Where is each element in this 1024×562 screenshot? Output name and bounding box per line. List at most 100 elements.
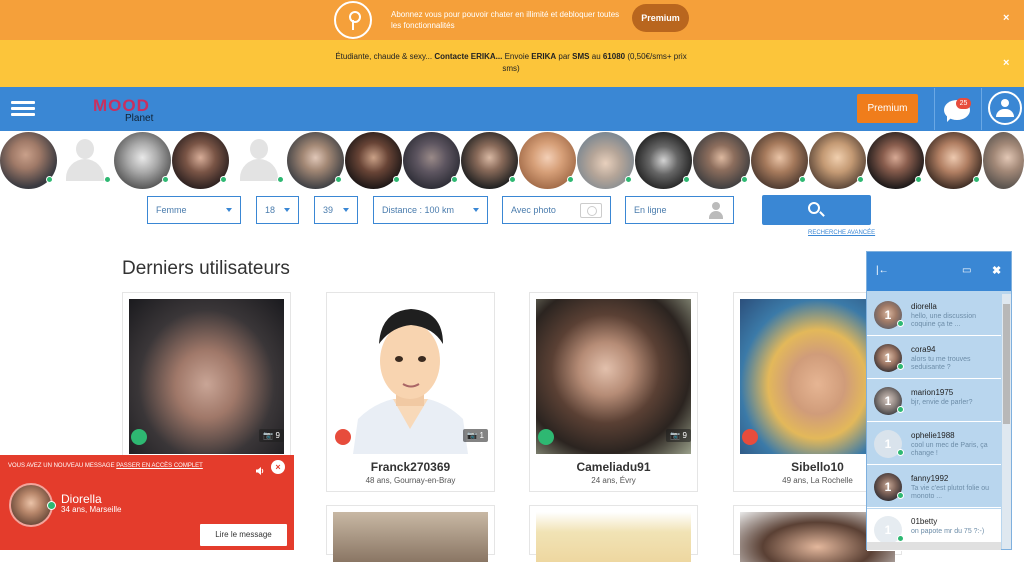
default-avatar-icon[interactable] [238,137,280,182]
chat-preview: alors tu me trouves seduisante ? [911,356,971,371]
online-dot [567,176,574,183]
search-button[interactable] [762,195,871,225]
online-dot [973,176,980,183]
chat-preview: Ta vie c'est plutot folie ou monoto ... [911,485,989,500]
chat-preview: cool un mec de Paris, ça change ! [911,442,988,457]
user-photo [536,512,691,562]
online-label: En ligne [634,205,667,215]
menu-list-icon[interactable] [11,101,35,117]
user-name[interactable]: Franck270369 [327,460,494,474]
advanced-search-link[interactable]: RECHERCHE AVANCÉE [808,230,875,236]
chevron-down-icon [284,208,290,212]
online-dot [451,176,458,183]
sms-word: SMS [572,52,590,61]
sms-close-icon[interactable]: × [1003,57,1009,69]
online-dot [104,176,111,183]
bell-icon [131,429,147,445]
logo[interactable]: MOOD Planet [93,96,173,128]
sender-meta: 34 ans, Marseille [61,505,122,514]
chat-item[interactable]: 1 ophelie1988 cool un mec de Paris, ça c… [867,423,1001,465]
chat-username: diorella [911,302,937,311]
user-card[interactable]: 📷 1 Franck270369 48 ans, Gournay-en-Bray [326,292,495,492]
speaker-icon[interactable] [255,463,265,475]
chat-close-icon[interactable]: ✖ [992,264,1001,277]
sms-text-3: par [556,52,573,61]
section-title: Derniers utilisateurs [122,258,290,279]
online-dot [897,535,904,542]
promo-premium-button[interactable]: Premium [632,4,689,32]
sms-keyword: ERIKA [531,52,557,61]
photo-count-value: 9 [275,431,280,440]
user-card[interactable] [326,505,495,562]
chat-item[interactable]: 1 diorella hello, une discussion coquine… [867,294,1001,336]
user-card[interactable] [529,505,698,562]
chat-panel: |← ▭ ✖ 1 diorella hello, une discussion … [866,251,1012,551]
notification-close-icon[interactable]: × [271,460,285,474]
online-users-strip [0,131,1024,191]
avatar[interactable] [983,132,1024,189]
distance-select[interactable]: Distance : 100 km [373,196,488,224]
chat-username: ophelie1988 [911,431,955,440]
read-message-button[interactable]: Lire le message [200,524,287,546]
scrollbar-thumb[interactable] [1003,304,1010,424]
chat-scrollbar[interactable] [1002,294,1011,549]
collapse-panel-icon[interactable]: |← [876,265,889,276]
online-dot [46,176,53,183]
user-photo [333,512,488,562]
gender-select[interactable]: Femme [147,196,241,224]
sms-number: 61080 [602,52,626,61]
promo-close-icon[interactable]: × [1003,12,1009,24]
sms-text-2: Envoie [502,52,532,61]
user-card[interactable]: 📷 9 Cameliadu91 24 ans, Évry [529,292,698,492]
horizontal-scrollbar[interactable] [867,542,1001,550]
camera-icon [580,203,602,218]
promo-text: Abonnez vous pour pouvoir chater en illi… [391,10,620,30]
nav-divider [981,88,982,130]
notification-header: VOUS AVEZ UN NOUVEAU MESSAGE PASSER EN A… [8,463,203,469]
user-name[interactable]: Cameliadu91 [530,460,697,474]
bell-icon [538,429,554,445]
online-dot [683,176,690,183]
with-photo-label: Avec photo [511,205,556,215]
sms-text-4: au [589,52,603,61]
chat-item[interactable]: 1 fanny1992 Ta vie c'est plutot folie ou… [867,466,1001,508]
chat-username: fanny1992 [911,474,949,483]
notification-header-text: VOUS AVEZ UN NOUVEAU MESSAGE [8,463,117,469]
chevron-down-icon [473,208,479,212]
chat-preview: on papote mr du 75 ?:-) [911,528,985,535]
chat-preview: hello, une discussion coquine ça te ... [911,313,976,328]
minimize-icon[interactable]: ▭ [962,265,971,276]
photo-count: 📷 9 [666,429,691,442]
chat-username: 01betty [911,517,938,526]
with-photo-toggle[interactable]: Avec photo [502,196,611,224]
online-dot [897,406,904,413]
online-dot [277,176,284,183]
chat-panel-header: |← ▭ ✖ [867,252,1011,291]
chat-item[interactable]: 1 cora94 alors tu me trouves seduisante … [867,337,1001,379]
sms-ad-text[interactable]: Étudiante, chaude & sexy... Contacte ERI… [330,51,692,75]
sms-contact: Contacte ERIKA... [434,52,503,61]
age-min-select[interactable]: 18 [256,196,299,224]
age-max-select[interactable]: 39 [314,196,358,224]
nav-premium-button[interactable]: Premium [857,94,918,123]
photo-count: 📷 9 [259,429,284,442]
online-dot [897,492,904,499]
sms-text-1: Étudiante, chaude & sexy... [335,52,435,61]
user-account-icon[interactable] [988,91,1022,125]
default-avatar-icon[interactable] [64,137,106,182]
photo-count-value: 9 [682,431,687,440]
chat-item[interactable]: 1 marion1975 bjr, envie de parler? [867,380,1001,422]
sms-ad-banner: Étudiante, chaude & sexy... Contacte ERI… [0,40,1024,87]
online-dot [393,176,400,183]
logo-planet-text: Planet [125,113,154,124]
online-dot [897,449,904,456]
chat-preview: bjr, envie de parler? [911,399,973,406]
online-toggle[interactable]: En ligne [625,196,734,224]
online-dot [509,176,516,183]
full-access-link[interactable]: PASSER EN ACCÈS COMPLET [116,463,203,469]
online-dot [897,363,904,370]
age-max-value: 39 [323,205,334,215]
user-meta: 24 ans, Évry [591,476,636,485]
online-dot [162,176,169,183]
online-dot [799,176,806,183]
